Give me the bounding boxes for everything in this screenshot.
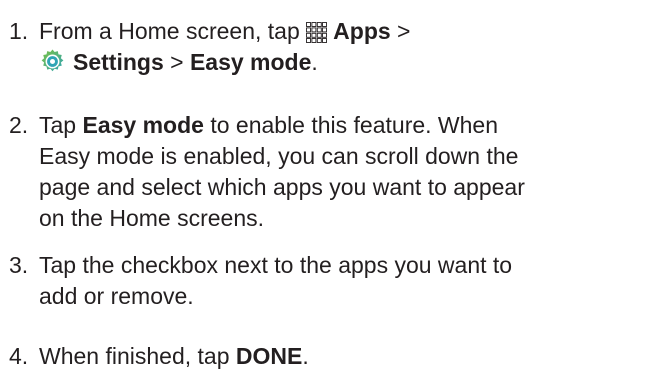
step-body: Tap the checkbox next to the apps you wa… (39, 250, 664, 312)
step-text: > (163, 49, 190, 75)
step-line: From a Home screen, tap Apps > (39, 16, 664, 47)
step-number: 3. (9, 252, 29, 278)
easy-mode-label: Easy mode (82, 112, 204, 138)
easy-mode-label: Easy mode (189, 49, 312, 75)
done-label: DONE (235, 343, 303, 369)
step-text: . (311, 49, 318, 75)
step-line: page and select which apps you want to a… (39, 174, 525, 200)
step-number: 1. (9, 18, 29, 44)
step-text: From a Home screen, tap (39, 18, 307, 44)
step-text: to enable this feature. When (203, 112, 499, 138)
step-line: on the Home screens. (39, 205, 265, 231)
step-line: When finished, tap DONE. (39, 341, 664, 372)
step-line: add or remove. (39, 283, 194, 309)
step-text: Tap (39, 112, 83, 138)
step-number: 2. (9, 112, 29, 138)
step-body: When finished, tap DONE. (39, 341, 664, 372)
apps-label: Apps (333, 18, 391, 44)
step-text: . (302, 343, 309, 369)
settings-gear-icon (39, 48, 66, 75)
apps-grid-icon (306, 20, 328, 43)
step-body: From a Home screen, tap Apps > Settings … (39, 16, 664, 78)
step-text: When finished, tap (39, 343, 236, 369)
step-body: Tap Easy mode to enable this feature. Wh… (39, 110, 664, 234)
step-number: 4. (9, 343, 29, 369)
step-line: Easy mode is enabled, you can scroll dow… (39, 143, 519, 169)
step-line: Tap the checkbox next to the apps you wa… (39, 252, 513, 278)
step-line: Settings > Easy mode. (39, 47, 664, 78)
settings-label: Settings (73, 49, 164, 75)
step-line: Tap Easy mode to enable this feature. Wh… (39, 110, 664, 141)
step-text: > (390, 18, 411, 44)
